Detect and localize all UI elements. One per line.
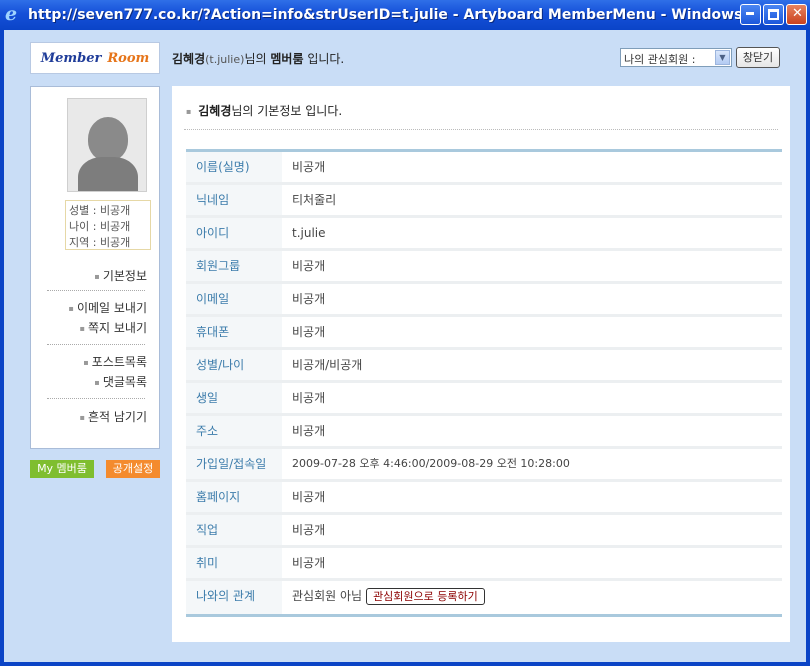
minimize-icon (746, 12, 754, 15)
logo-text-room: Room (107, 50, 150, 66)
profile-gender: 성별 : 비공개 (69, 204, 131, 217)
sidebar-divider (47, 398, 145, 399)
row-label: 닉네임 (186, 185, 282, 215)
favorite-members-select[interactable]: 나의 관심회원 : ▼ (620, 48, 732, 67)
table-row: 생일 비공개 (186, 383, 782, 416)
row-label: 이메일 (186, 284, 282, 314)
row-value: 비공개 (292, 160, 326, 174)
window-frame-bottom (0, 662, 810, 666)
minimize-button[interactable] (740, 4, 761, 25)
profile-summary: 성별 : 비공개 나이 : 비공개 지역 : 비공개 (65, 200, 151, 250)
table-row: 이름(실명) 비공개 (186, 152, 782, 185)
row-label: 생일 (186, 383, 282, 413)
header-user-name: 김혜경 (172, 52, 206, 66)
table-row: 직업 비공개 (186, 515, 782, 548)
row-label: 아이디 (186, 218, 282, 248)
table-row: 취미 비공개 (186, 548, 782, 581)
table-row: 주소 비공개 (186, 416, 782, 449)
basic-info-user-name: 김혜경 (198, 104, 232, 118)
close-page-button[interactable]: 창닫기 (736, 47, 780, 68)
row-value: 비공개 (292, 523, 326, 537)
privacy-settings-button[interactable]: 공개설정 (106, 460, 160, 478)
table-row: 휴대폰 비공개 (186, 317, 782, 350)
header-title-bold: 멤버룸 (270, 52, 304, 66)
sidebar-item-posts[interactable]: 포스트목록 (83, 353, 147, 370)
row-label: 가입일/접속일 (186, 449, 282, 479)
add-favorite-button[interactable]: 관심회원으로 등록하기 (366, 588, 485, 605)
row-label: 휴대폰 (186, 317, 282, 347)
sidebar-divider (47, 290, 145, 291)
window-title: http://seven777.co.kr/?Action=info&strUs… (28, 7, 756, 23)
row-label: 성별/나이 (186, 350, 282, 380)
maximize-button[interactable] (763, 4, 784, 25)
row-label: 홈페이지 (186, 482, 282, 512)
select-value: 나의 관심회원 : (624, 53, 696, 66)
header-user-id: (t.julie) (205, 53, 245, 66)
sidebar-item-send-email[interactable]: 이메일 보내기 (69, 299, 147, 316)
table-row: 가입일/접속일 2009-07-28 오후 4:46:00/2009-08-29 … (186, 449, 782, 482)
row-value: 비공개 (292, 259, 326, 273)
title-divider (184, 129, 778, 130)
chevron-down-icon[interactable]: ▼ (715, 50, 730, 65)
profile-info-table: 이름(실명) 비공개 닉네임 티처줄리 아이디 t.julie 회원그룹 비공개 이메일… (186, 149, 782, 617)
page-title: 김혜경(t.julie)님의 멤버룸 입니다. (172, 50, 344, 67)
row-value: t.julie (292, 226, 326, 240)
table-row: 아이디 t.julie (186, 218, 782, 251)
my-member-room-button[interactable]: My 멤버룸 (30, 460, 94, 478)
sidebar-item-guestbook[interactable]: 흔적 남기기 (80, 408, 147, 425)
row-value: 비공개 (292, 325, 326, 339)
table-row: 나와의 관계 관심회원 아님 관심회원으로 등록하기 (186, 581, 782, 614)
sidebar-item-basic-info[interactable]: 기본정보 (94, 267, 147, 284)
basic-info-title: 김혜경님의 기본정보 입니다. (186, 102, 342, 119)
sidebar-divider (47, 344, 145, 345)
row-label: 이름(실명) (186, 152, 282, 182)
avatar-head-shape (88, 117, 128, 161)
row-value: 비공개 (292, 490, 326, 504)
internet-explorer-icon: e (5, 3, 18, 25)
profile-sidebar: 성별 : 비공개 나이 : 비공개 지역 : 비공개 기본정보 이메일 보내기 … (30, 86, 160, 449)
row-value: 관심회원 아님 관심회원으로 등록하기 (282, 581, 782, 614)
basic-info-title-rest: 님의 기본정보 입니다. (231, 104, 343, 118)
logo-text-member: Member (40, 50, 102, 66)
row-value: 비공개/비공개 (292, 358, 363, 372)
row-label: 취미 (186, 548, 282, 578)
title-bar: e http://seven777.co.kr/?Action=info&str… (0, 0, 810, 30)
row-value: 비공개 (292, 556, 326, 570)
header-title-mid: 님의 (244, 52, 267, 66)
table-row: 닉네임 티처줄리 (186, 185, 782, 218)
profile-age: 나이 : 비공개 (69, 220, 131, 233)
table-row: 회원그룹 비공개 (186, 251, 782, 284)
row-label: 나와의 관계 (186, 581, 282, 614)
relationship-value: 관심회원 아님 (292, 589, 363, 603)
avatar-body-shape (78, 157, 138, 191)
row-label: 주소 (186, 416, 282, 446)
basic-info-panel: 김혜경님의 기본정보 입니다. 이름(실명) 비공개 닉네임 티처줄리 아이디 t.j… (172, 86, 790, 642)
row-label: 회원그룹 (186, 251, 282, 281)
window-frame-right (806, 30, 810, 666)
row-value: 티처줄리 (292, 193, 337, 207)
sidebar-item-send-message[interactable]: 쪽지 보내기 (80, 319, 147, 336)
row-value: 2009-07-28 오후 4:46:00/2009-08-29 오전 10:2… (292, 457, 570, 470)
page-content: Member Room 김혜경(t.julie)님의 멤버룸 입니다. 나의 관… (4, 30, 806, 662)
table-row: 성별/나이 비공개/비공개 (186, 350, 782, 383)
table-row: 이메일 비공개 (186, 284, 782, 317)
profile-region: 지역 : 비공개 (69, 236, 131, 249)
row-label: 직업 (186, 515, 282, 545)
header-title-end: 입니다. (307, 52, 345, 66)
maximize-icon (768, 9, 779, 20)
row-value: 비공개 (292, 292, 326, 306)
close-icon: ✕ (792, 6, 803, 21)
close-window-button[interactable]: ✕ (786, 4, 807, 25)
row-value: 비공개 (292, 391, 326, 405)
avatar (67, 98, 147, 192)
member-room-logo: Member Room (30, 42, 160, 74)
table-row: 홈페이지 비공개 (186, 482, 782, 515)
sidebar-item-comments[interactable]: 댓글목록 (94, 373, 147, 390)
row-value: 비공개 (292, 424, 326, 438)
